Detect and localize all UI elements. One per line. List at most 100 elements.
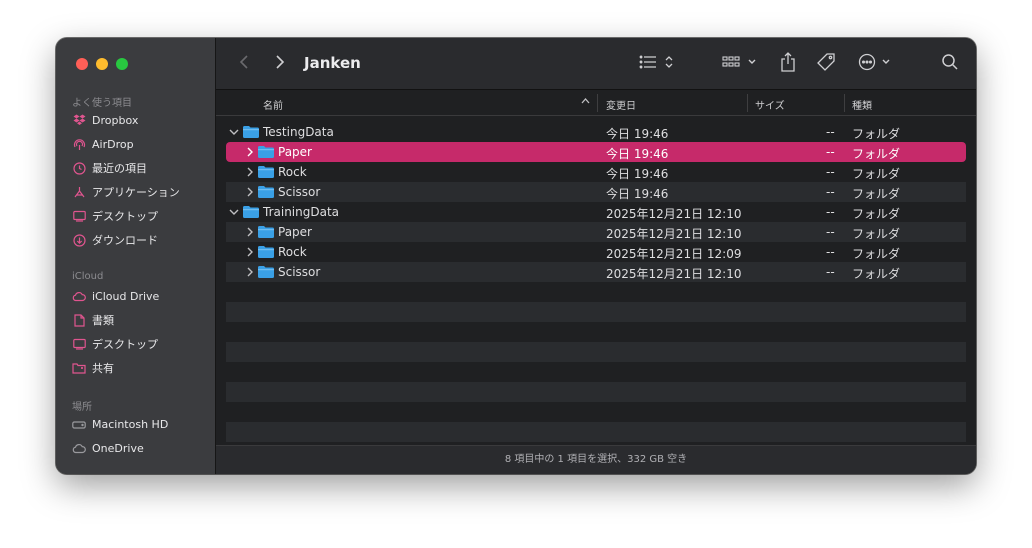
- column-header: 名前 変更日 サイズ 種類: [216, 90, 976, 116]
- back-button[interactable]: [234, 52, 254, 76]
- sidebar-item-icloud-drive[interactable]: iCloud Drive: [72, 286, 212, 306]
- main-pane: Janken 名前 変更日 サイズ 種類 TestingData 今日 19:4…: [216, 38, 976, 474]
- sidebar-item-airdrop[interactable]: AirDrop: [72, 134, 212, 154]
- sidebar-item-dropbox[interactable]: Dropbox: [72, 110, 212, 130]
- view-options-button[interactable]: [636, 52, 676, 76]
- file-row-selected[interactable]: Paper 今日 19:46 -- フォルダ: [226, 142, 966, 162]
- action-button[interactable]: [856, 52, 896, 76]
- chevron-right-icon[interactable]: [244, 165, 256, 179]
- file-size: --: [826, 265, 835, 279]
- search-icon: [941, 53, 959, 75]
- column-kind[interactable]: 種類: [852, 97, 872, 112]
- chevron-right-icon[interactable]: [244, 225, 256, 239]
- file-row[interactable]: TrainingData 2025年12月21日 12:10 -- フォルダ: [226, 202, 966, 222]
- cloud-icon: [72, 441, 86, 455]
- desktop-icon: [72, 209, 86, 223]
- file-date: 2025年12月21日 12:09: [606, 247, 742, 261]
- file-date: 2025年12月21日 12:10: [606, 207, 742, 221]
- file-row[interactable]: TestingData 今日 19:46 -- フォルダ: [226, 122, 966, 142]
- sidebar-item-documents[interactable]: 書類: [72, 310, 212, 330]
- column-name[interactable]: 名前: [263, 97, 283, 112]
- file-kind: フォルダ: [852, 167, 901, 181]
- finder-window: よく使う項目 Dropbox AirDrop 最近の項目 アプリケーション デス…: [56, 38, 976, 474]
- minimize-button[interactable]: [96, 58, 108, 70]
- chevron-right-icon: [275, 54, 285, 74]
- file-name: Paper: [278, 225, 312, 239]
- tag-button[interactable]: [814, 52, 838, 76]
- file-size: --: [826, 205, 835, 219]
- file-date: 今日 19:46: [606, 187, 669, 201]
- sidebar-item-shared[interactable]: 共有: [72, 358, 212, 378]
- empty-row: [226, 382, 966, 402]
- folder-icon: [258, 146, 274, 158]
- file-date: 2025年12月21日 12:10: [606, 227, 742, 241]
- sidebar-section-favorites: よく使う項目: [72, 98, 132, 109]
- forward-button[interactable]: [270, 52, 290, 76]
- file-size: --: [826, 225, 835, 239]
- sidebar-item-macintosh-hd[interactable]: Macintosh HD: [72, 414, 212, 434]
- file-name: TrainingData: [263, 205, 340, 219]
- sidebar-item-label: 共有: [92, 362, 114, 375]
- share-icon: [780, 52, 796, 76]
- sidebar-item-icloud-desktop[interactable]: デスクトップ: [72, 334, 212, 354]
- sidebar-item-label: デスクトップ: [92, 338, 158, 351]
- sidebar-item-desktop[interactable]: デスクトップ: [72, 206, 212, 226]
- sidebar-item-recents[interactable]: 最近の項目: [72, 158, 212, 178]
- file-name: Scissor: [278, 185, 321, 199]
- share-button[interactable]: [776, 52, 800, 76]
- file-name: Paper: [278, 145, 312, 159]
- desktop-icon: [72, 337, 86, 351]
- column-divider[interactable]: [747, 94, 748, 112]
- file-row[interactable]: Rock 今日 19:46 -- フォルダ: [226, 162, 966, 182]
- folder-icon: [243, 126, 259, 138]
- file-size: --: [826, 125, 835, 139]
- airdrop-icon: [72, 137, 86, 151]
- chevron-right-icon[interactable]: [244, 185, 256, 199]
- column-divider[interactable]: [597, 94, 598, 112]
- folder-icon: [258, 266, 274, 278]
- window-title: Janken: [304, 54, 361, 72]
- file-size: --: [826, 185, 835, 199]
- file-name: TestingData: [263, 125, 334, 139]
- file-name: Scissor: [278, 265, 321, 279]
- close-button[interactable]: [76, 58, 88, 70]
- folder-icon: [258, 226, 274, 238]
- grid-icon: [722, 54, 758, 74]
- folder-icon: [258, 166, 274, 178]
- group-button[interactable]: [720, 52, 760, 76]
- chevron-down-icon[interactable]: [228, 205, 240, 219]
- folder-icon: [258, 246, 274, 258]
- file-date: 2025年12月21日 12:10: [606, 267, 742, 281]
- file-kind: フォルダ: [852, 247, 901, 261]
- sidebar-item-onedrive[interactable]: OneDrive: [72, 438, 212, 458]
- status-bar: 8 項目中の 1 項目を選択、332 GB 空き: [216, 445, 976, 474]
- file-row[interactable]: Paper 2025年12月21日 12:10 -- フォルダ: [226, 222, 966, 242]
- file-kind: フォルダ: [852, 227, 901, 241]
- toolbar: Janken: [216, 38, 976, 90]
- file-kind: フォルダ: [852, 207, 901, 221]
- file-row[interactable]: Scissor 2025年12月21日 12:10 -- フォルダ: [226, 262, 966, 282]
- sidebar-item-downloads[interactable]: ダウンロード: [72, 230, 212, 250]
- shared-folder-icon: [72, 361, 86, 375]
- file-kind: フォルダ: [852, 127, 901, 141]
- column-divider[interactable]: [844, 94, 845, 112]
- column-size[interactable]: サイズ: [755, 97, 785, 112]
- file-size: --: [826, 165, 835, 179]
- applications-icon: [72, 185, 86, 199]
- chevron-right-icon[interactable]: [244, 265, 256, 279]
- search-button[interactable]: [938, 52, 962, 76]
- file-row[interactable]: Rock 2025年12月21日 12:09 -- フォルダ: [226, 242, 966, 262]
- zoom-button[interactable]: [116, 58, 128, 70]
- file-kind: フォルダ: [852, 267, 901, 281]
- sidebar-item-label: ダウンロード: [92, 234, 158, 247]
- sidebar-item-label: Dropbox: [92, 113, 139, 127]
- chevron-down-icon[interactable]: [228, 125, 240, 139]
- chevron-right-icon[interactable]: [244, 245, 256, 259]
- cloud-icon: [72, 289, 86, 303]
- file-row[interactable]: Scissor 今日 19:46 -- フォルダ: [226, 182, 966, 202]
- chevron-right-icon[interactable]: [244, 145, 256, 159]
- column-date[interactable]: 変更日: [606, 97, 636, 112]
- sidebar-item-applications[interactable]: アプリケーション: [72, 182, 212, 202]
- file-kind: フォルダ: [852, 187, 901, 201]
- sidebar-item-label: Macintosh HD: [92, 417, 169, 431]
